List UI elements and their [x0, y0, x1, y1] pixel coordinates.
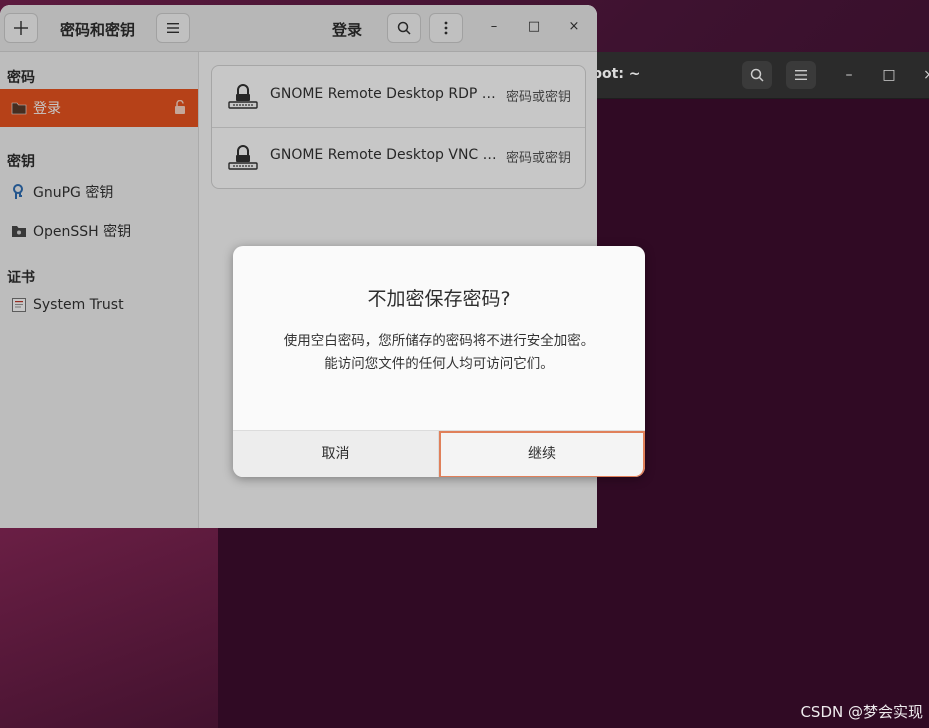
dialog-message: 使用空白密码，您所储存的密码将不进行安全加密。能访问您文件的任何人均可访问它们。 — [283, 333, 595, 372]
unencrypted-storage-dialog: 不加密保存密码? 使用空白密码，您所储存的密码将不进行安全加密。能访问您文件的任… — [233, 246, 645, 477]
terminal-search-button[interactable] — [742, 61, 772, 89]
continue-button[interactable]: 继续 — [439, 431, 645, 477]
cancel-button[interactable]: 取消 — [233, 431, 439, 477]
terminal-menu-button[interactable] — [786, 61, 816, 89]
watermark: CSDN @梦会实现 — [800, 703, 923, 721]
terminal-maximize-button[interactable]: □ — [874, 61, 904, 89]
terminal-minimize-button[interactable]: – — [834, 61, 864, 89]
dialog-title: 不加密保存密码? — [367, 288, 511, 310]
terminal-title: bot: ~ — [592, 66, 641, 82]
hamburger-icon — [795, 70, 807, 80]
terminal-close-button[interactable]: × — [914, 61, 929, 89]
dialog-button-bar: 取消 继续 — [233, 430, 645, 477]
search-icon — [750, 68, 764, 82]
